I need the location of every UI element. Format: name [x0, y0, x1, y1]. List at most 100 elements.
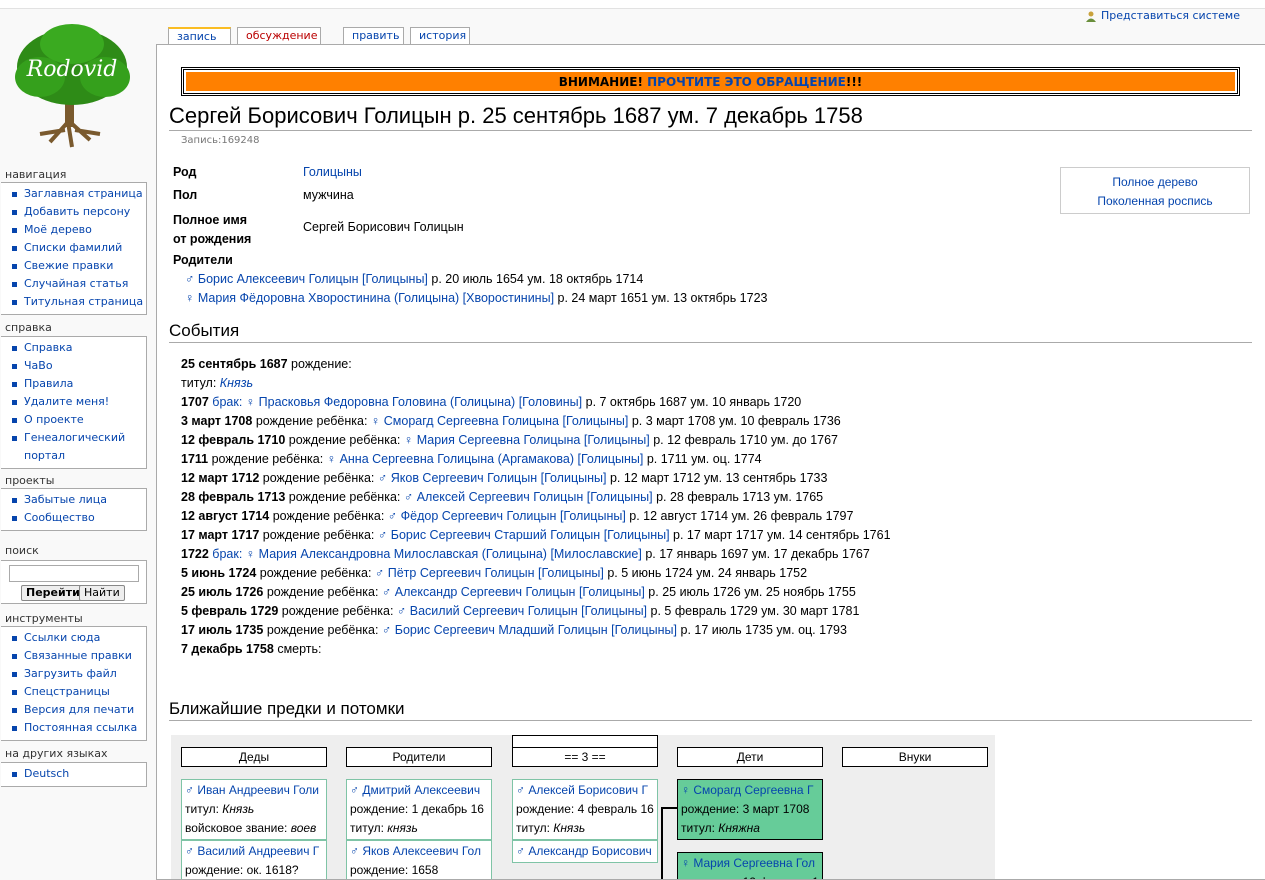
sidebar-projects-link[interactable]: Сообщество — [24, 511, 95, 524]
sidebar-nav-item[interactable]: Случайная статья — [1, 275, 146, 293]
family-link[interactable]: [Головины] — [519, 395, 582, 409]
sidebar-help-item[interactable]: Генеалогический — [1, 429, 146, 447]
tree-person-link[interactable]: Сморагд Сергеевна Г — [693, 783, 813, 797]
rod-value[interactable]: Голицыны — [303, 165, 362, 179]
person-link[interactable]: Пётр Сергеевич Голицын — [388, 566, 535, 580]
tree-person-card[interactable]: ♀ Сморагд Сергеевна Г рождение: 3 март 17… — [677, 779, 823, 840]
tab-discussion-label[interactable]: обсуждение — [246, 29, 317, 42]
father-family-link[interactable]: [Голицыны] — [362, 272, 428, 286]
sidebar-help-link[interactable]: Генеалогический — [24, 431, 125, 444]
sidebar-help-item[interactable]: ЧаВо — [1, 357, 146, 375]
sidebar-tools-item[interactable]: Связанные правки — [1, 647, 146, 665]
sidebar-nav-link[interactable]: Моё дерево — [24, 223, 92, 236]
tree-person-card[interactable]: ♀ Мария Сергеевна Гол рождение: 12 феврал… — [677, 852, 823, 879]
sidebar-help-link[interactable]: Справка — [24, 341, 72, 354]
family-link[interactable]: [Голицыны] — [581, 604, 647, 618]
person-link[interactable]: Василий Сергеевич Голицын — [410, 604, 578, 618]
tree-person-link[interactable]: Алексей Борисович Г — [528, 783, 648, 797]
sidebar-tools-item[interactable]: Загрузить файл — [1, 665, 146, 683]
tab-discussion[interactable]: обсуждение — [237, 27, 321, 44]
sidebar-tools-item[interactable]: Спецстраницы — [1, 683, 146, 701]
sidebar-nav-item[interactable]: Добавить персону — [1, 203, 146, 221]
person-link[interactable]: Мария Александровна Милославская (Голицы… — [259, 547, 547, 561]
person-link[interactable]: Мария Сергеевна Голицына — [417, 433, 581, 447]
sidebar-help-item[interactable]: Справка — [1, 339, 146, 357]
generation-list-link[interactable]: Поколенная роспись — [1097, 194, 1212, 208]
family-link[interactable]: [Голицыны] — [604, 528, 670, 542]
sidebar-help-item[interactable]: О проекте — [1, 411, 146, 429]
sidebar-help-link[interactable]: Правила — [24, 377, 73, 390]
sidebar-tools-link[interactable]: Загрузить файл — [24, 667, 117, 680]
person-link[interactable]: Фёдор Сергеевич Голицын — [401, 509, 557, 523]
sidebar-nav-link[interactable]: Свежие правки — [24, 259, 113, 272]
person-link[interactable]: Прасковья Федоровна Головина (Голицына) — [259, 395, 516, 409]
tree-person-link[interactable]: Мария Сергеевна Гол — [693, 856, 815, 870]
family-link[interactable]: [Голицыны] — [587, 490, 653, 504]
sidebar-nav-link[interactable]: Добавить персону — [24, 205, 130, 218]
tab-edit-label[interactable]: править — [352, 29, 399, 42]
sidebar-nav-link[interactable]: Списки фамилий — [24, 241, 122, 254]
tree-person-link[interactable]: Иван Андреевич Голи — [197, 783, 319, 797]
tree-person-card[interactable]: ♂ Дмитрий Алексеевич рождение: 1 декабрь … — [346, 779, 492, 840]
tab-history-label[interactable]: история — [419, 29, 466, 42]
go-button[interactable]: Перейти — [21, 585, 85, 601]
person-link[interactable]: Анна Сергеевна Голицына (Аргамакова) — [340, 452, 574, 466]
sidebar-help-item[interactable]: Удалите меня! — [1, 393, 146, 411]
tab-record-label[interactable]: запись — [177, 30, 216, 43]
sidebar-tools-link[interactable]: Спецстраницы — [24, 685, 110, 698]
site-logo[interactable]: Rodovid — [10, 22, 135, 152]
family-link[interactable]: [Голицыны] — [611, 623, 677, 637]
find-button[interactable]: Найти — [79, 585, 125, 601]
tree-person-link[interactable]: Александр Борисович — [528, 844, 651, 858]
sidebar-tools-link[interactable]: Ссылки сюда — [24, 631, 100, 644]
tree-person-card[interactable]: ♂ Яков Алексеевич Гол рождение: 1658 — [346, 840, 492, 879]
tree-person-card[interactable]: ♂ Иван Андреевич Голи титул: Князь войсков… — [181, 779, 327, 840]
tree-person-link[interactable]: Дмитрий Алексеевич — [362, 783, 480, 797]
sidebar-projects-item[interactable]: Сообщество — [1, 509, 146, 527]
sidebar-tools-item[interactable]: Версия для печати — [1, 701, 146, 719]
sidebar-help-link[interactable]: ЧаВо — [24, 359, 53, 372]
login-link[interactable]: Представиться системе — [1085, 9, 1240, 22]
person-link[interactable]: Борис Сергеевич Младший Голицын — [395, 623, 608, 637]
family-link[interactable]: [Голицыны] — [577, 452, 643, 466]
sidebar-lang-link[interactable]: Deutsch — [24, 767, 69, 780]
family-link[interactable]: [Голицыны] — [579, 585, 645, 599]
sidebar-projects-item[interactable]: Забытые лица — [1, 491, 146, 509]
sidebar-nav-item[interactable]: Списки фамилий — [1, 239, 146, 257]
tree-person-link[interactable]: Василий Андреевич Г — [197, 844, 319, 858]
sidebar-tools-link[interactable]: Постоянная ссылка — [24, 721, 137, 734]
family-link[interactable]: [Голицыны] — [584, 433, 650, 447]
mother-family-link[interactable]: [Хворостинины] — [463, 291, 554, 305]
sidebar-projects-link[interactable]: Забытые лица — [24, 493, 107, 506]
mother-link[interactable]: Мария Фёдоровна Хворостинина (Голицына) — [198, 291, 459, 305]
sidebar-nav-item[interactable]: Заглавная страница — [1, 185, 146, 203]
sidebar-tools-link[interactable]: Версия для печати — [24, 703, 134, 716]
sidebar-nav-item[interactable]: Свежие правки — [1, 257, 146, 275]
person-link[interactable]: Сморагд Сергеевна Голицына — [384, 414, 559, 428]
sidebar-help-item[interactable]: портал — [1, 447, 146, 465]
person-link[interactable]: Алексей Сергеевич Голицын — [417, 490, 584, 504]
family-link[interactable]: [Милославские] — [550, 547, 641, 561]
sidebar-nav-link[interactable]: Титульная страница — [24, 295, 143, 308]
login-text[interactable]: Представиться системе — [1101, 9, 1240, 22]
sidebar-help-link[interactable]: портал — [24, 449, 65, 462]
sidebar-help-item[interactable]: Правила — [1, 375, 146, 393]
tab-record[interactable]: запись — [168, 27, 231, 44]
tree-person-card[interactable]: ♂ Василий Андреевич Г рождение: ок. 1618? — [181, 840, 327, 879]
sidebar-tools-item[interactable]: Постоянная ссылка — [1, 719, 146, 737]
person-link[interactable]: Александр Сергеевич Голицын — [395, 585, 576, 599]
tab-edit[interactable]: править — [343, 27, 404, 44]
person-link[interactable]: Борис Сергеевич Старший Голицын — [391, 528, 600, 542]
sidebar-nav-item[interactable]: Титульная страница — [1, 293, 146, 311]
search-input[interactable] — [9, 565, 139, 582]
sidebar-help-link[interactable]: О проекте — [24, 413, 84, 426]
sidebar-tools-link[interactable]: Связанные правки — [24, 649, 132, 662]
family-link[interactable]: [Голицыны] — [538, 566, 604, 580]
tree-person-card[interactable]: ♂ Александр Борисович — [512, 840, 658, 863]
person-link[interactable]: Яков Сергеевич Голицын — [391, 471, 537, 485]
father-link[interactable]: Борис Алексеевич Голицын — [198, 272, 359, 286]
tree-person-card[interactable]: ♂ Алексей Борисович Г рождение: 4 февраль… — [512, 779, 658, 840]
marriage-link[interactable]: брак — [212, 395, 239, 409]
family-link[interactable]: [Голицыны] — [560, 509, 626, 523]
family-link[interactable]: [Голицыны] — [562, 414, 628, 428]
